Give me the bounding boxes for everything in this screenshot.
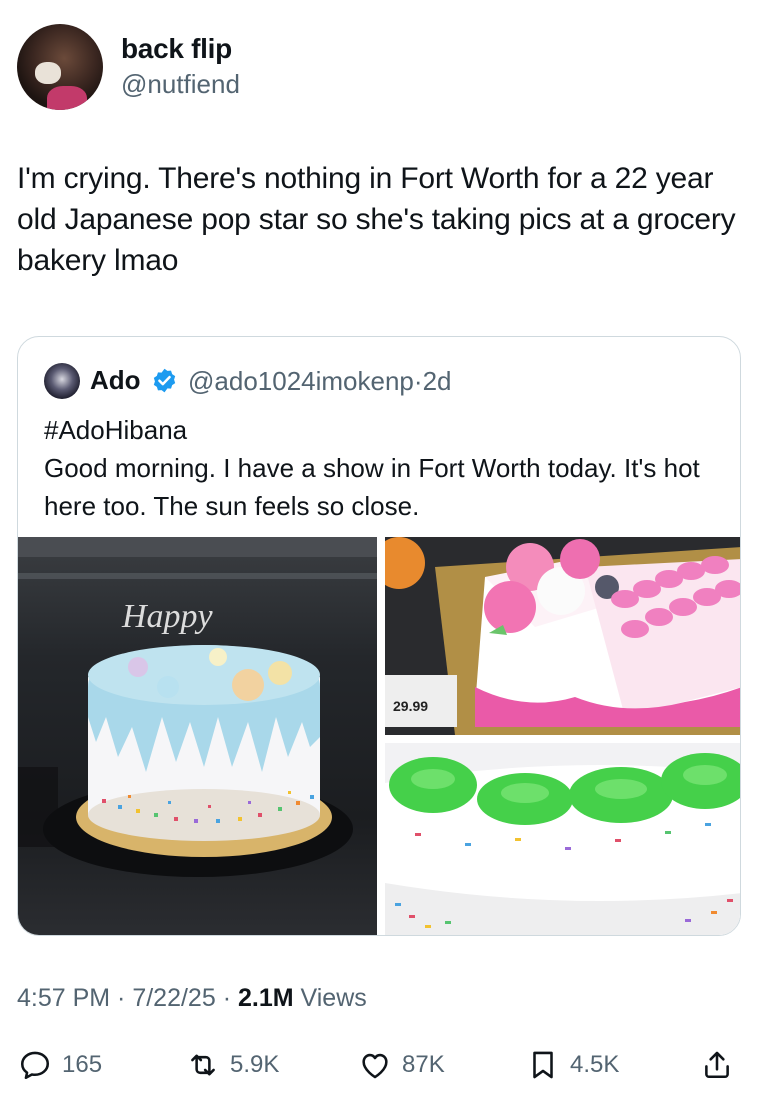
views-label: Views: [300, 984, 367, 1012]
quoted-body: Good morning. I have a show in Fort Wort…: [44, 453, 700, 521]
quoted-author-handle-line[interactable]: @ado1024imokenp·2d: [188, 366, 451, 397]
photo-green-frosting-cake[interactable]: [385, 743, 740, 935]
rose-cake-illustration: 29.99: [385, 537, 740, 735]
reply-button[interactable]: 165: [18, 1040, 102, 1090]
verified-badge-icon: [153, 368, 176, 393]
repost-count: 5.9K: [230, 1051, 280, 1078]
tweet-text: I'm crying. There's nothing in Fort Wort…: [17, 162, 736, 277]
repost-button[interactable]: 5.9K: [186, 1040, 279, 1090]
like-icon: [362, 1053, 388, 1079]
quoted-tweet-age: 2d: [422, 366, 452, 396]
handle-separator: ·: [413, 366, 423, 396]
price-tag-text: 29.99: [393, 698, 428, 714]
avatar-hand: [35, 62, 61, 84]
meta-separator: ·: [110, 984, 133, 1012]
like-button[interactable]: 87K: [358, 1040, 445, 1090]
repost-icon: [191, 1054, 215, 1076]
reply-count: 165: [62, 1051, 103, 1078]
quoted-author-handle[interactable]: @ado1024imokenp: [188, 366, 414, 396]
cake-topper-text: Happy: [121, 598, 214, 635]
action-bar: 165 5.9K 87K 4.5K: [0, 1040, 760, 1090]
quoted-tweet-text: #AdoHibana Good morning. I have a show i…: [44, 411, 734, 525]
quoted-author-avatar[interactable]: [44, 363, 80, 399]
quoted-author-name[interactable]: Ado: [90, 365, 141, 396]
reply-icon: [20, 1051, 50, 1080]
bookmark-button[interactable]: 4.5K: [526, 1040, 619, 1090]
photo-cake-display[interactable]: Happy: [18, 537, 377, 935]
like-count: 87K: [402, 1051, 445, 1078]
views-count: 2.1M: [237, 984, 294, 1012]
cake-illustration: Happy: [18, 537, 377, 877]
tweet-metadata: 4:57 PM · 7/22/25 · 2.1M Views: [17, 984, 367, 1013]
green-cake-illustration: [385, 743, 740, 935]
author-avatar[interactable]: [17, 24, 103, 110]
author-name[interactable]: back flip: [121, 33, 232, 65]
quoted-tweet-card[interactable]: Ado @ado1024imokenp·2d #AdoHibana Good m…: [17, 336, 741, 936]
author-handle[interactable]: @nutfiend: [121, 69, 240, 100]
share-button[interactable]: [700, 1040, 734, 1090]
bookmark-count: 4.5K: [570, 1051, 620, 1078]
avatar-shirt: [47, 86, 87, 110]
meta-separator: ·: [215, 984, 238, 1012]
tweet-date[interactable]: 7/22/25: [132, 984, 215, 1012]
photo-rose-cake[interactable]: 29.99: [385, 537, 740, 735]
photo-grid: Happy 29.99: [18, 537, 740, 935]
share-icon: [705, 1051, 729, 1079]
tweet-time[interactable]: 4:57 PM: [17, 984, 110, 1012]
quoted-hashtag[interactable]: #AdoHibana: [44, 411, 734, 449]
bookmark-icon: [533, 1051, 553, 1079]
